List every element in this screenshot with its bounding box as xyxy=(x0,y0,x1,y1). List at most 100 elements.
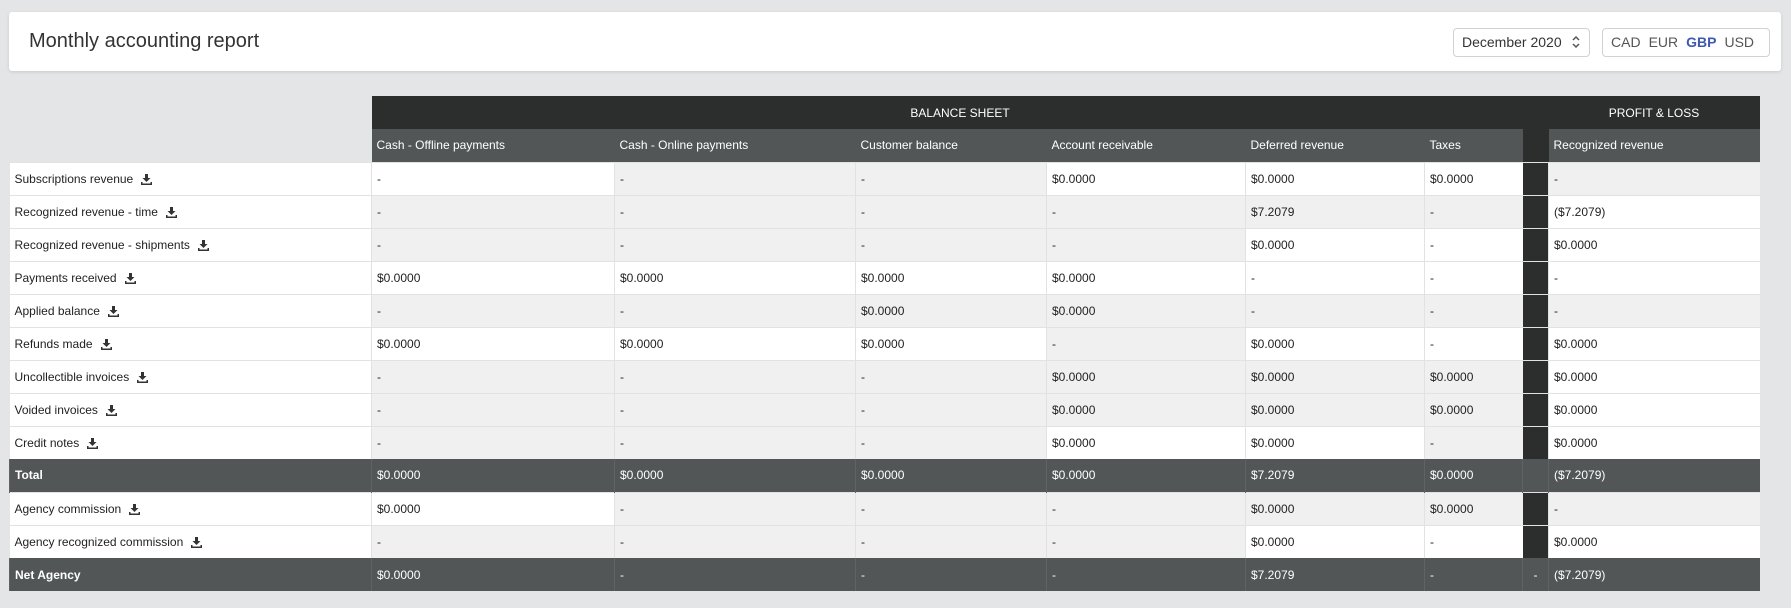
cell-account-receivable: - xyxy=(1046,524,1246,558)
cell-taxes: $0.0000 xyxy=(1424,491,1523,525)
row-label-text: Agency commission xyxy=(14,501,122,516)
cell-recognized-revenue: - xyxy=(1548,260,1760,294)
cell-cash-offline: - xyxy=(371,161,615,195)
download-icon[interactable] xyxy=(165,206,177,218)
row-label-credit-notes: Credit notes xyxy=(9,425,372,459)
row-label-text: Net Agency xyxy=(15,567,81,582)
col-cash-offline: Cash - Offline payments xyxy=(371,129,615,162)
cell-taxes: $0.0000 xyxy=(1424,161,1523,195)
download-icon[interactable] xyxy=(137,371,149,383)
chevron-up-down-icon xyxy=(1572,35,1580,49)
download-icon[interactable] xyxy=(87,437,99,449)
column-gap: - xyxy=(1522,558,1549,591)
download-icon[interactable] xyxy=(105,404,117,416)
cell-recognized-revenue: - xyxy=(1548,293,1760,327)
cell-account-receivable: - xyxy=(1046,491,1246,525)
cell-cash-offline: - xyxy=(371,359,615,393)
row-label-text: Recognized revenue - time xyxy=(14,204,158,219)
row-label-recognized-revenue-time: Recognized revenue - time xyxy=(9,194,372,228)
currency-gbp[interactable]: GBP xyxy=(1682,29,1720,56)
download-icon[interactable] xyxy=(191,536,203,548)
cell-cash-online: - xyxy=(614,524,856,558)
cell-taxes: - xyxy=(1424,326,1523,360)
cell-account-receivable: $0.0000 xyxy=(1046,161,1246,195)
download-icon[interactable] xyxy=(141,173,153,185)
accounting-table: BALANCE SHEET PROFIT & LOSS Cash - Offli… xyxy=(9,96,1760,591)
col-account-receivable: Account receivable xyxy=(1046,129,1246,162)
cell-account-receivable: - xyxy=(1046,558,1246,591)
table-row: Payments received $0.0000 $0.0000 $0.0000 $0… xyxy=(9,260,1760,294)
currency-cad[interactable]: CAD xyxy=(1607,29,1645,56)
cell-cash-offline: $0.0000 xyxy=(371,558,615,591)
cell-cash-offline: - xyxy=(371,524,615,558)
row-label-text: Credit notes xyxy=(14,435,80,450)
download-icon[interactable] xyxy=(197,239,209,251)
cell-customer-balance: - xyxy=(855,425,1047,459)
table-row: Applied balance - - $0.0000 $0.0000- - - xyxy=(9,293,1760,327)
cell-customer-balance: $0.0000 xyxy=(855,293,1047,327)
col-customer-balance: Customer balance xyxy=(855,129,1047,162)
cell-taxes: - xyxy=(1424,425,1523,459)
table-row: Recognized revenue - shipments - - - - $0.000… xyxy=(9,227,1760,261)
band-profit-loss: PROFIT & LOSS xyxy=(1548,96,1760,129)
table-row: Subscriptions revenue - - - $0.0000 $0.0000 $0… xyxy=(9,161,1760,195)
cell-recognized-revenue: $0.0000 xyxy=(1548,392,1760,426)
column-gap xyxy=(1522,425,1549,459)
page-title: Monthly accounting report xyxy=(29,30,260,52)
cell-cash-online: $0.0000 xyxy=(614,459,856,492)
row-label-uncollectible-invoices: Uncollectible invoices xyxy=(9,359,372,393)
download-icon[interactable] xyxy=(100,338,112,350)
table-row: Recognized revenue - time - - - - $7.2079- ($7… xyxy=(9,194,1760,228)
cell-cash-online: - xyxy=(614,392,856,426)
table-row: Uncollectible invoices - - - $0.0000 $0.0000 $… xyxy=(9,359,1760,393)
cell-cash-online: - xyxy=(614,425,856,459)
column-gap xyxy=(1522,161,1549,195)
download-icon[interactable] xyxy=(129,503,141,515)
cell-deferred-revenue: $7.2079 xyxy=(1245,459,1425,492)
total-row: Total $0.0000 $0.0000 $0.0000 $0.0000 $7.2079… xyxy=(9,459,1760,492)
cell-customer-balance: $0.0000 xyxy=(855,326,1047,360)
row-label-voided-invoices: Voided invoices xyxy=(9,392,372,426)
table-row: Credit notes - - - $0.0000 $0.0000- $0.0000 xyxy=(9,425,1760,459)
cell-deferred-revenue: $0.0000 xyxy=(1245,491,1425,525)
cell-customer-balance: - xyxy=(855,524,1047,558)
column-gap xyxy=(1522,392,1549,426)
cell-deferred-revenue: - xyxy=(1245,293,1425,327)
cell-cash-online: - xyxy=(614,558,856,591)
download-icon[interactable] xyxy=(124,272,136,284)
row-label-net-agency: Net Agency xyxy=(9,558,372,591)
cell-account-receivable: $0.0000 xyxy=(1046,392,1246,426)
cell-deferred-revenue: $0.0000 xyxy=(1245,392,1425,426)
cell-cash-offline: - xyxy=(371,392,615,426)
cell-cash-online: - xyxy=(614,293,856,327)
cell-customer-balance: - xyxy=(855,558,1047,591)
cell-deferred-revenue: $0.0000 xyxy=(1245,524,1425,558)
row-label-text: Total xyxy=(15,468,43,483)
month-select[interactable]: December 2020 xyxy=(1453,28,1590,57)
cell-taxes: - xyxy=(1424,524,1523,558)
col-deferred-revenue: Deferred revenue xyxy=(1245,129,1425,162)
cell-taxes: - xyxy=(1424,194,1523,228)
column-gap xyxy=(1522,227,1549,261)
currency-usd[interactable]: USD xyxy=(1720,29,1758,56)
cell-deferred-revenue: $0.0000 xyxy=(1245,161,1425,195)
row-label-total: Total xyxy=(9,459,372,492)
cell-taxes: - xyxy=(1424,293,1523,327)
cell-customer-balance: - xyxy=(855,161,1047,195)
cell-account-receivable: $0.0000 xyxy=(1046,293,1246,327)
row-label-text: Subscriptions revenue xyxy=(14,171,134,186)
cell-customer-balance: - xyxy=(855,392,1047,426)
column-gap xyxy=(1522,194,1549,228)
table-row: Voided invoices - - - $0.0000 $0.0000 $0.0000 $… xyxy=(9,392,1760,426)
cell-cash-online: - xyxy=(614,161,856,195)
cell-cash-offline: - xyxy=(371,425,615,459)
cell-cash-online: - xyxy=(614,227,856,261)
month-select-value: December 2020 xyxy=(1462,34,1562,50)
cell-account-receivable: $0.0000 xyxy=(1046,459,1246,492)
currency-eur[interactable]: EUR xyxy=(1645,29,1683,56)
cell-deferred-revenue: $7.2079 xyxy=(1245,194,1425,228)
cell-cash-offline: - xyxy=(371,293,615,327)
row-label-subscriptions-revenue: Subscriptions revenue xyxy=(9,161,372,195)
download-icon[interactable] xyxy=(107,305,119,317)
cell-cash-online: $0.0000 xyxy=(614,260,856,294)
